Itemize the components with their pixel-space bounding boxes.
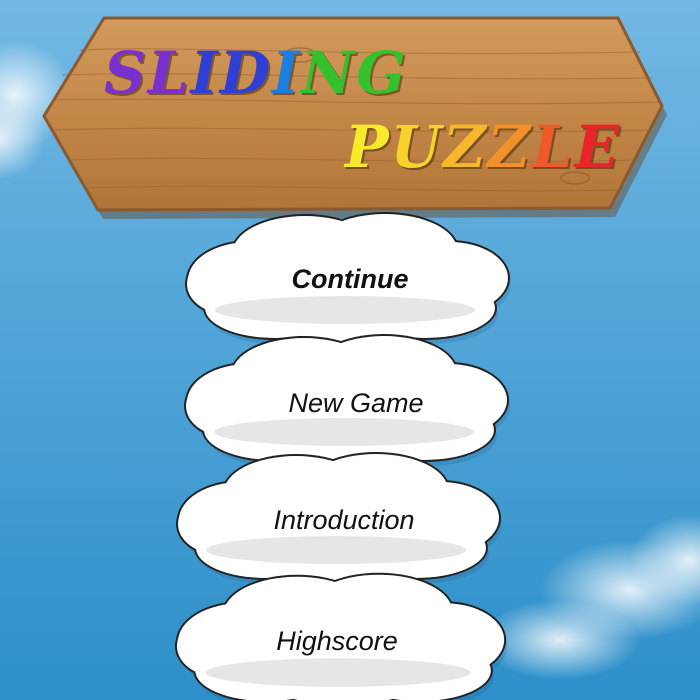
- title-letter: N: [301, 39, 357, 107]
- continue-button[interactable]: Continue: [292, 264, 409, 295]
- title-letter: P: [345, 113, 391, 181]
- title-letter: Z: [487, 113, 532, 181]
- title-word-puzzle: PUZZLE: [345, 118, 621, 176]
- title-word-sliding: SLIDING: [104, 44, 408, 102]
- introduction-button[interactable]: Introduction: [273, 505, 414, 536]
- title-letter: I: [190, 39, 220, 107]
- title-letter: Z: [443, 113, 488, 181]
- title-letter: I: [272, 39, 302, 107]
- highscore-button[interactable]: Highscore: [276, 626, 398, 657]
- title-letter: U: [390, 113, 444, 181]
- title-letter: E: [574, 113, 621, 181]
- title-letter: L: [531, 113, 575, 181]
- title-letter: L: [147, 39, 191, 107]
- title-letter: D: [219, 39, 273, 107]
- title-letter: G: [356, 39, 408, 107]
- new-game-button[interactable]: New Game: [288, 388, 423, 419]
- title-letter: S: [104, 39, 148, 107]
